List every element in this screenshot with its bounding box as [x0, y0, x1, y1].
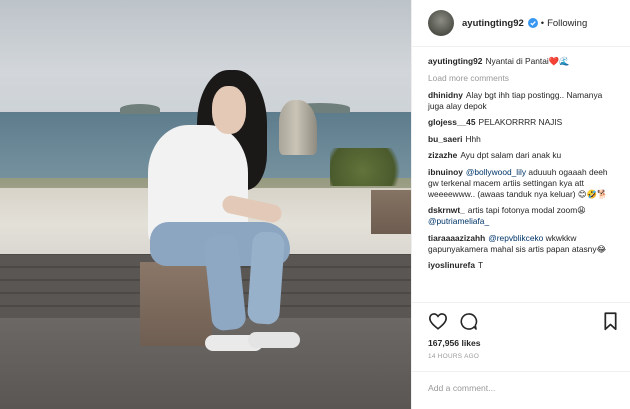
comment-text: PELAKORRRR NAJIS	[478, 117, 563, 127]
post-actions: 167,956 likes 14 HOURS AGO Add a comment…	[412, 302, 630, 409]
comment-username[interactable]: bu_saeri	[428, 134, 462, 144]
comment-input[interactable]: Add a comment...	[412, 371, 630, 405]
header-username[interactable]: ayutingting92	[462, 18, 524, 29]
comment-text: Ayu dpt salam dari anak ku	[460, 150, 562, 160]
comment-mention[interactable]: @putriameliafa_	[428, 216, 489, 226]
instagram-post: ayutingting92 • Following ayutingting92 N…	[0, 0, 630, 409]
comment-username[interactable]: iyoslinurefa	[428, 260, 475, 270]
comments-list: ayutingting92 Nyantai di Pantai❤️🌊 Load m…	[412, 47, 630, 302]
header-separator: •	[540, 17, 545, 29]
following-button[interactable]: Following	[547, 18, 587, 29]
photo-island	[120, 104, 160, 114]
list-item: ibnuinoy @bollywood_lily aduuuh ogaaah de…	[428, 167, 620, 200]
caption-text: Nyantai di Pantai	[485, 56, 549, 66]
speech-bubble-icon[interactable]	[459, 312, 478, 331]
post-sidebar: ayutingting92 • Following ayutingting92 N…	[411, 0, 630, 409]
caption-emoji: ❤️🌊	[548, 56, 570, 66]
comment-mention[interactable]: @repvblikceko	[488, 233, 543, 243]
list-item: bu_saeri Hhh	[428, 134, 620, 145]
comment-username[interactable]: tiaraaaazizahh	[428, 233, 485, 243]
post-photo[interactable]	[0, 0, 411, 409]
photo-person-face	[212, 86, 246, 134]
comment-username[interactable]: zizazhe	[428, 150, 457, 160]
list-item: tiaraaaazizahh @repvblikceko wkwkkw gapun…	[428, 233, 620, 255]
list-item: dskrnwt_ artis tapi fotonya modal zoom😩 @p…	[428, 205, 620, 227]
comment-username[interactable]: glojess__45	[428, 117, 476, 127]
load-more-comments-link[interactable]: Load more comments	[428, 73, 620, 84]
caption-username[interactable]: ayutingting92	[428, 56, 482, 66]
post-header: ayutingting92 • Following	[412, 0, 630, 47]
comment-mention[interactable]: @bollywood_lily	[466, 167, 526, 177]
comment-text: T	[478, 260, 484, 270]
comment-username[interactable]: dskrnwt_	[428, 205, 465, 215]
comment-text: Hhh	[465, 133, 481, 144]
photo-seat-block	[140, 262, 212, 346]
comment-text: artis tapi fotonya modal zoom😩	[467, 205, 586, 215]
likes-count[interactable]: 167,956 likes	[428, 338, 618, 348]
list-item: zizazhe Ayu dpt salam dari anak ku	[428, 150, 620, 161]
comment-username[interactable]: ibnuinoy	[428, 167, 463, 177]
photo-person-sandal	[248, 332, 300, 348]
heart-outline-icon[interactable]	[428, 312, 448, 330]
photo-wood-post	[371, 190, 411, 234]
bookmark-icon[interactable]	[603, 311, 618, 331]
action-icons	[428, 311, 618, 331]
post-timestamp[interactable]: 14 HOURS AGO	[428, 353, 618, 360]
verified-badge-icon	[527, 18, 538, 28]
list-item: iyoslinurefa T	[428, 260, 620, 271]
list-item: glojess__45 PELAKORRRR NAJIS	[428, 117, 620, 128]
photo-person-leg	[246, 230, 286, 326]
comment-username[interactable]: dhinidny	[428, 90, 463, 100]
list-item: dhinidny Alay bgt ihh tiap postingg.. Nam…	[428, 90, 620, 112]
photo-shrub	[330, 148, 411, 186]
avatar[interactable]	[428, 10, 454, 36]
photo-rock	[279, 100, 317, 155]
caption: ayutingting92 Nyantai di Pantai❤️🌊	[428, 56, 620, 67]
